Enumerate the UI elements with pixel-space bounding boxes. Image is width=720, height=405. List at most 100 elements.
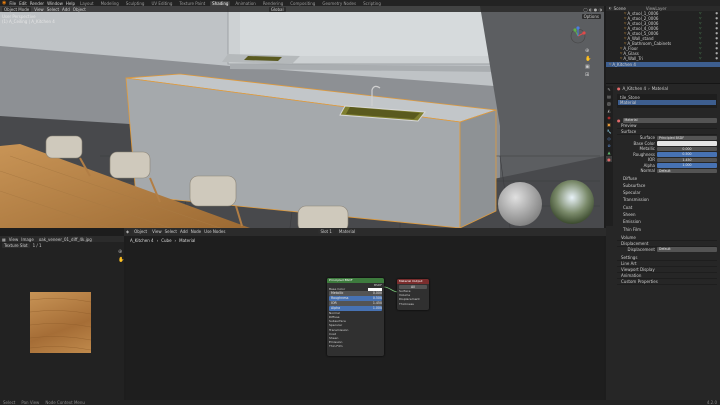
tab-geometry-nodes[interactable]: Geometry Nodes — [320, 1, 358, 6]
subpanel-emission[interactable]: Emission — [623, 218, 717, 225]
prop-row-metallic: Metallic 0.000 — [617, 146, 717, 152]
displacement-field[interactable]: Default — [657, 247, 717, 252]
viewport-menu-view[interactable]: View — [34, 7, 44, 12]
roughness-field[interactable]: 0.500 — [657, 152, 717, 157]
pan-hand-icon[interactable]: ✋ — [118, 256, 124, 264]
material-dropdown[interactable]: Material — [336, 229, 358, 234]
camera-icon[interactable]: ▣ — [585, 64, 591, 70]
node-editor-type-icon[interactable]: ◈ — [126, 229, 129, 234]
scene-tab-icon[interactable]: ◭ — [606, 107, 612, 113]
prop-row-ior: IOR 1.450 — [617, 157, 717, 163]
outliner-selected-item[interactable]: ▽ A_Kitchen 4 — [606, 62, 720, 67]
normal-field[interactable]: Default — [657, 168, 717, 173]
image-name-field[interactable]: oak_veneer_01_diff_4k.jpg — [36, 236, 94, 242]
subpanel-transmission[interactable]: Transmission — [623, 196, 717, 203]
transform-orientation-dropdown[interactable]: Global — [268, 6, 286, 12]
node-menu-node[interactable]: Node — [191, 229, 201, 234]
tool-tab-icon[interactable]: ✎ — [606, 86, 612, 92]
mode-dropdown[interactable]: Object Mode — [2, 6, 32, 12]
image-editor-subheader: Texture Slot 1 / 1 — [0, 242, 124, 248]
shading-mode-icons[interactable]: ◯ ◐ ● ◑ — [583, 7, 602, 12]
tab-layout[interactable]: Layout — [78, 1, 96, 6]
tab-texture-paint[interactable]: Texture Paint — [177, 1, 207, 6]
output-node-title[interactable]: Material Output — [397, 279, 429, 284]
pan-hand-icon[interactable]: ✋ — [585, 56, 591, 62]
node-editor-canvas[interactable]: A_Kitchen 4 › Cube › Material Principled B… — [126, 236, 604, 400]
3d-viewport[interactable]: Object Mode View Select Add Object Globa… — [0, 6, 604, 228]
menu-edit[interactable]: Edit — [19, 1, 27, 6]
node-menu-select[interactable]: Select — [165, 229, 177, 234]
viewport-menu-add[interactable]: Add — [62, 7, 70, 12]
image-editor[interactable]: ▦ View Image oak_veneer_01_diff_4k.jpg T… — [0, 236, 124, 400]
tab-compositing[interactable]: Compositing — [288, 1, 317, 6]
tab-sculpting[interactable]: Sculpting — [124, 1, 147, 6]
menu-render[interactable]: Render — [30, 1, 44, 6]
menu-file[interactable]: File — [9, 1, 16, 6]
bsdf-input-row[interactable]: IOR 1.450 — [329, 301, 382, 306]
zoom-icon[interactable]: ⊕ — [585, 48, 591, 54]
zoom-icon[interactable]: ⊕ — [118, 248, 124, 256]
bsdf-input-row[interactable]: Metallic 0.000 — [329, 291, 382, 296]
image-editor-icon[interactable]: ▦ — [2, 237, 6, 242]
metallic-field[interactable]: 0.000 — [657, 146, 717, 151]
subpanel-diffuse[interactable]: Diffuse — [623, 175, 717, 182]
grid-icon[interactable]: ⊞ — [585, 72, 591, 78]
prop-row-base-color: Base Color — [617, 141, 717, 147]
output-socket-thickness[interactable]: Thickness — [399, 302, 427, 306]
outliner[interactable]: ◐ Scene ViewLayer ▽ A_stool_1_0006 ▽ ● ▽ A_sto… — [606, 6, 720, 84]
tab-rendering[interactable]: Rendering — [261, 1, 285, 6]
subpanel-sheen[interactable]: Sheen — [623, 211, 717, 218]
tab-scripting[interactable]: Scripting — [361, 1, 383, 6]
tab-animation[interactable]: Animation — [233, 1, 257, 6]
options-button[interactable]: Options — [581, 14, 601, 19]
render-tab-icon[interactable]: ▤ — [606, 93, 612, 99]
viewport-menu-object[interactable]: Object — [73, 7, 86, 12]
physics-tab-icon[interactable]: ◎ — [606, 135, 612, 141]
image-menu-view[interactable]: View — [9, 237, 19, 242]
material-output-node[interactable]: Material Output All Surface Volume Displ… — [397, 279, 429, 310]
surface-shader-field[interactable]: Principled BSDF — [657, 135, 717, 140]
use-nodes-checkbox[interactable]: Use Nodes — [204, 229, 225, 234]
node-menu-object[interactable]: Object — [132, 229, 150, 234]
material-name-field[interactable]: Material — [622, 118, 717, 123]
bsdf-inputs: Base Color Metallic 0.000 Roughness 0.500 … — [327, 287, 384, 349]
material-slot-list[interactable]: tile_Stone Material — [617, 93, 717, 108]
status-context: Node Context Menu — [45, 400, 85, 405]
subpanel-subsurface[interactable]: Subsurface — [623, 182, 717, 189]
subpanel-specular[interactable]: Specular — [623, 189, 717, 196]
menu-help[interactable]: Help — [66, 1, 75, 6]
object-tab-icon[interactable]: ▣ — [606, 121, 612, 127]
prop-row-alpha: Alpha 1.000 — [617, 163, 717, 169]
node-menu-add[interactable]: Add — [180, 229, 188, 234]
output-tab-icon[interactable]: ▧ — [606, 100, 612, 106]
principled-bsdf-node[interactable]: Principled BSDF BSDF Base Color Metallic… — [327, 278, 384, 356]
bsdf-panel-thin-film[interactable]: Thin Film — [329, 344, 382, 348]
base-color-swatch[interactable] — [657, 141, 717, 146]
data-tab-icon[interactable]: ▲ — [606, 149, 612, 155]
subpanel-thin-film[interactable]: Thin Film — [623, 226, 717, 233]
tab-shading[interactable]: Shading — [210, 0, 231, 6]
displacement-row: Displacement Default — [617, 247, 717, 253]
bsdf-input-row[interactable]: Roughness 0.500 — [329, 296, 382, 301]
outliner-item[interactable]: ▽ A_Wall_Tri ▽ ● — [606, 56, 720, 61]
node-menu-view[interactable]: View — [152, 229, 162, 234]
ior-field[interactable]: 1.450 — [657, 157, 717, 162]
viewport-header: Object Mode View Select Add Object Globa… — [0, 6, 604, 12]
material-slot-item-selected[interactable]: Material — [618, 99, 716, 105]
slot-dropdown[interactable]: Slot 1 — [318, 229, 334, 234]
world-tab-icon[interactable]: ◉ — [606, 114, 612, 120]
alpha-field[interactable]: 1.000 — [657, 163, 717, 168]
custom-properties-section[interactable]: Custom Properties — [617, 279, 717, 286]
viewport-menu-select[interactable]: Select — [47, 7, 59, 12]
tab-uv-editing[interactable]: UV Editing — [149, 1, 174, 6]
shader-subpanels: Diffuse Subsurface Specular Transmission… — [617, 175, 717, 233]
texture-slot-dropdown[interactable]: Texture Slot — [2, 242, 30, 248]
subpanel-coat[interactable]: Coat — [623, 204, 717, 211]
material-tab-icon[interactable]: ● — [606, 156, 612, 162]
modifier-tab-icon[interactable]: 🔧 — [606, 128, 612, 134]
menu-window[interactable]: Window — [47, 1, 63, 6]
image-menu-image[interactable]: Image — [21, 237, 34, 242]
texture-preview-image — [29, 292, 92, 353]
constraint-tab-icon[interactable]: ⊗ — [606, 142, 612, 148]
tab-modeling[interactable]: Modeling — [99, 1, 121, 6]
